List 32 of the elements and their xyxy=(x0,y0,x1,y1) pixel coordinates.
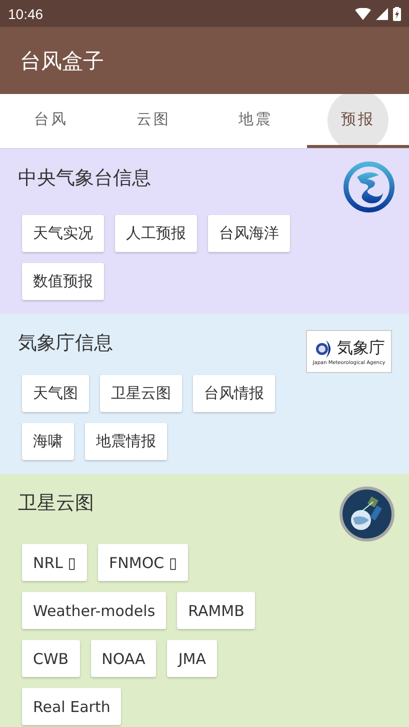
status-time: 10:46 xyxy=(8,6,44,22)
section-title: 卫星云图 xyxy=(18,491,94,516)
tab[interactable]: 台风 xyxy=(0,94,102,148)
app-title: 台风盒子 xyxy=(20,48,104,74)
section-title: 中央气象台信息 xyxy=(18,166,151,191)
agency-name: 気象庁 xyxy=(337,338,385,359)
link-button[interactable]: CWB xyxy=(22,640,80,677)
link-button[interactable]: 海啸 xyxy=(22,423,74,460)
link-button[interactable]: NOAA xyxy=(90,640,156,677)
link-button[interactable]: 数值预报 xyxy=(22,263,104,300)
wifi-icon xyxy=(355,8,371,20)
section-title: 気象庁信息 xyxy=(18,331,113,356)
link-button[interactable]: 台风情报 xyxy=(193,375,275,412)
tab[interactable]: 地震 xyxy=(204,94,307,148)
tab[interactable]: 云图 xyxy=(102,94,204,148)
link-button[interactable]: FNMOC ▯ xyxy=(98,544,188,581)
satellite-icon xyxy=(339,486,395,542)
signal-icon xyxy=(376,8,388,20)
link-button[interactable]: NRL ▯ xyxy=(22,544,88,581)
link-button[interactable]: 卫星云图 xyxy=(100,375,182,412)
link-button[interactable]: Real Earth xyxy=(22,688,122,725)
battery-icon xyxy=(393,6,401,20)
link-button[interactable]: 天气图 xyxy=(22,375,89,412)
link-button[interactable]: 台风海洋 xyxy=(208,215,290,252)
link-button[interactable]: RAMMB xyxy=(177,592,256,629)
tab[interactable]: 预报 xyxy=(306,94,409,148)
link-button[interactable]: 人工预报 xyxy=(115,215,197,252)
link-button[interactable]: 地震情报 xyxy=(85,423,167,460)
link-button[interactable]: 天气实况 xyxy=(22,215,104,252)
link-button[interactable]: JMA xyxy=(167,640,217,677)
link-button[interactable]: Weather-models xyxy=(22,592,166,629)
dragon-logo-icon xyxy=(343,161,395,213)
